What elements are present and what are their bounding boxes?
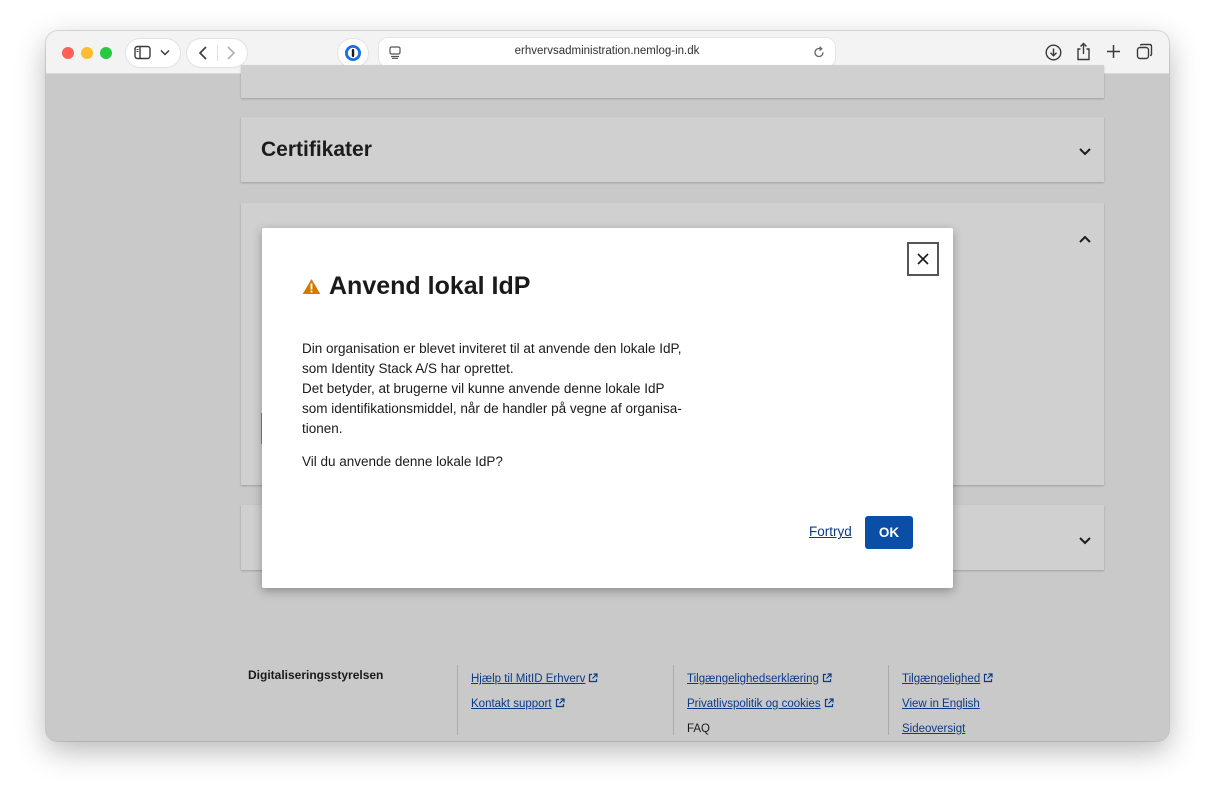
back-button[interactable] — [198, 45, 208, 61]
external-link-icon — [822, 673, 832, 683]
ok-button[interactable]: OK — [865, 516, 913, 549]
chevron-down-icon[interactable] — [1078, 533, 1092, 551]
password-manager-button[interactable] — [338, 39, 368, 67]
chevron-up-icon[interactable] — [1078, 231, 1092, 249]
dialog-close-button[interactable] — [907, 242, 939, 276]
chevron-down-icon[interactable] — [1078, 144, 1092, 162]
minimize-window-button[interactable] — [81, 47, 93, 59]
dialog-body-line: som Identity Stack A/S har oprettet. — [302, 361, 514, 376]
dialog-title-row: Anvend lokal IdP — [302, 272, 530, 301]
dialog-body-line: som identifikationsmiddel, når de handle… — [302, 401, 682, 416]
cancel-link[interactable]: Fortryd — [809, 524, 852, 539]
new-tab-icon[interactable] — [1106, 44, 1121, 59]
dialog-body-line: Det betyder, at brugerne vil kunne anven… — [302, 381, 665, 396]
dialog-body-line: tionen. — [302, 421, 343, 436]
reload-icon[interactable] — [813, 46, 825, 59]
external-link-icon — [589, 673, 598, 683]
footer-column-2: Tilgængelighedserklæring Privatlivspolit… — [673, 665, 834, 735]
password-manager-icon — [344, 44, 362, 62]
page-content: Certifikater Digitaliseringsstyrelsen Hj… — [46, 65, 1169, 741]
downloads-icon[interactable] — [1045, 44, 1062, 61]
panel-certifikater[interactable]: Certifikater — [241, 117, 1104, 182]
external-link-icon — [824, 698, 834, 708]
external-link-icon — [555, 698, 565, 708]
address-bar[interactable]: erhvervsadministration.nemlog-in.dk — [379, 38, 835, 67]
sidebar-toggle-group[interactable] — [126, 39, 180, 67]
footer-link-accessibility-statement[interactable]: Tilgængelighedserklæring — [687, 669, 834, 690]
dialog-body-line: Din organisation er blevet inviteret til… — [302, 341, 682, 356]
browser-window: erhvervsadministration.nemlog-in.dk Cert… — [46, 31, 1169, 741]
panel-collapsed-top[interactable] — [241, 65, 1104, 98]
footer-link-english[interactable]: View in English — [902, 694, 993, 715]
url-text: erhvervsadministration.nemlog-in.dk — [514, 45, 700, 57]
navigation-group — [187, 39, 247, 67]
close-window-button[interactable] — [62, 47, 74, 59]
dialog-question: Vil du anvende denne lokale IdP? — [302, 454, 503, 469]
chevron-down-icon — [160, 49, 170, 56]
footer: Digitaliseringsstyrelsen Hjælp til MitID… — [46, 623, 1169, 741]
zoom-window-button[interactable] — [100, 47, 112, 59]
forward-button[interactable] — [226, 45, 236, 61]
footer-link-accessibility[interactable]: Tilgængelighed — [902, 669, 993, 690]
external-link-icon — [984, 673, 993, 683]
dialog-title: Anvend lokal IdP — [329, 272, 531, 300]
warning-icon — [302, 279, 321, 294]
footer-column-3: Tilgængelighed View in English Sideovers… — [888, 665, 993, 735]
dialog-body: Din organisation er blevet inviteret til… — [302, 339, 692, 472]
footer-link-faq[interactable]: FAQ — [687, 719, 834, 740]
footer-column-1: Hjælp til MitID Erhverv Kontakt support — [457, 665, 598, 735]
footer-link-sitemap[interactable]: Sideoversigt — [902, 719, 993, 740]
footer-org-name: Digitaliseringsstyrelsen — [248, 668, 384, 682]
confirm-dialog: Anvend lokal IdP Din organisation er ble… — [262, 228, 953, 588]
share-icon[interactable] — [1076, 42, 1091, 61]
close-icon — [917, 253, 929, 265]
footer-link-privacy[interactable]: Privatlivspolitik og cookies — [687, 694, 834, 715]
tab-overview-icon[interactable] — [1136, 43, 1153, 60]
footer-link-support[interactable]: Kontakt support — [471, 694, 598, 715]
footer-link-help[interactable]: Hjælp til MitID Erhverv — [471, 669, 598, 690]
panel-title: Certifikater — [261, 138, 372, 161]
sidebar-icon — [134, 45, 151, 60]
